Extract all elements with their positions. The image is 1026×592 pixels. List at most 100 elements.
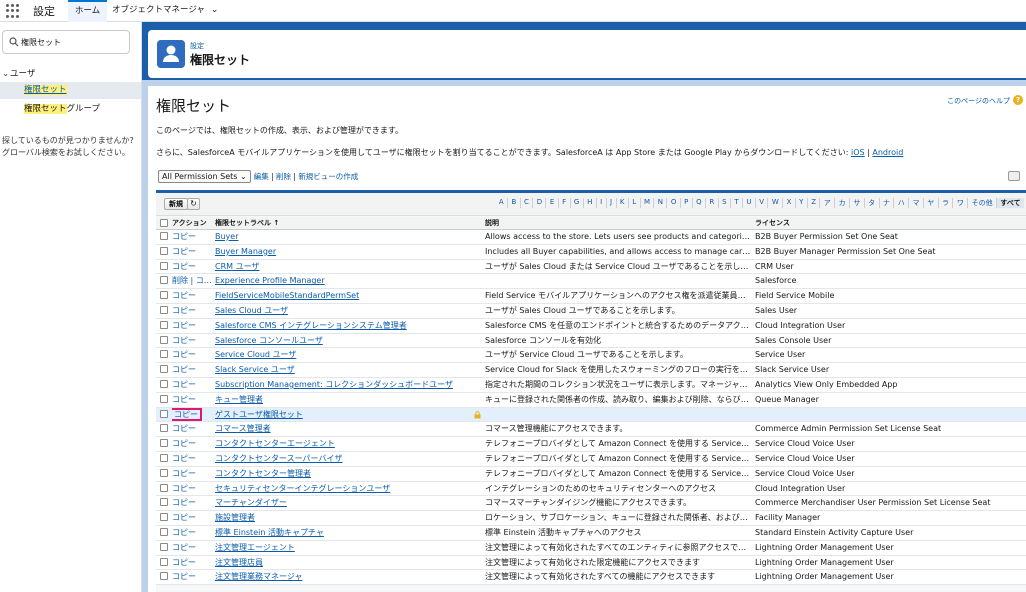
row-action-link[interactable]: コピー [172,230,212,244]
permission-set-label-link[interactable]: Slack Service ユーザ [215,363,480,377]
copy-link[interactable]: コピー [172,454,196,463]
tab-object-manager[interactable]: オブジェクトマネージャ ⌄ [112,0,218,22]
row-checkbox[interactable] [160,439,168,448]
refresh-icon[interactable]: ↻ [187,198,200,210]
alphabet-filter-item[interactable]: D [532,198,545,208]
permission-set-label-link[interactable]: Service Cloud ユーザ [215,348,480,362]
alphabet-filter-item[interactable]: O [666,198,679,208]
row-action-link[interactable]: コピー [172,245,212,259]
copy-link[interactable]: 削除 | コ… [172,276,212,285]
copy-link[interactable]: コピー [172,247,196,256]
copy-link[interactable]: コピー [172,380,196,389]
row-checkbox[interactable] [160,365,168,374]
column-header-license[interactable]: ライセンス [755,217,1020,229]
row-checkbox[interactable] [160,453,168,462]
help-link[interactable]: このページのヘルプ [947,96,1010,106]
row-checkbox[interactable] [160,542,168,551]
row-action-link[interactable]: コピー [172,378,212,392]
row-checkbox[interactable] [160,468,168,477]
edit-view-link[interactable]: 編集 [254,172,269,181]
copy-link[interactable]: コピー [172,291,196,300]
sidebar-item-permission-set-groups[interactable]: 権限セットグループ [24,102,100,114]
alphabet-filter-item[interactable]: M [639,198,654,208]
copy-link[interactable]: コピー [172,558,196,567]
copy-link[interactable]: コピー [172,395,196,404]
copy-link[interactable]: コピー [172,232,196,241]
permission-set-label-link[interactable]: キュー管理者 [215,393,480,407]
row-checkbox[interactable] [160,394,168,403]
alphabet-filter-item[interactable]: V [754,198,768,208]
row-action-link[interactable]: コピー [172,541,212,555]
quick-find[interactable] [2,30,130,54]
alphabet-filter-item[interactable]: ナ [878,198,894,208]
ios-link[interactable]: iOS [851,148,865,157]
row-action-link[interactable]: コピー [172,452,212,466]
quick-find-input[interactable] [21,35,125,49]
permission-set-label-link[interactable]: FieldServiceMobileStandardPermSet [215,289,480,303]
row-checkbox[interactable] [160,379,168,388]
row-action-link[interactable]: コピー [172,422,212,436]
row-action-link[interactable]: コピー [172,467,212,481]
copy-link[interactable]: コピー [172,365,196,374]
android-link[interactable]: Android [872,148,903,157]
column-header-description[interactable]: 説明 [485,217,751,229]
copy-link[interactable]: コピー [172,321,196,330]
alphabet-filter-item[interactable]: Y [794,198,807,208]
permission-set-label-link[interactable]: マーチャンダイザー [215,496,480,510]
row-checkbox[interactable] [160,572,168,581]
alphabet-filter-item[interactable]: ラ [937,198,953,208]
row-action-link[interactable]: コピー [172,437,212,451]
row-checkbox[interactable] [160,291,168,300]
row-action-link[interactable]: コピー [172,526,212,540]
copy-link[interactable]: コピー [172,498,196,507]
copy-link[interactable]: コピー [172,484,196,493]
tab-home[interactable]: ホーム [68,0,107,22]
row-action-link[interactable]: コピー [172,556,212,570]
app-launcher-icon[interactable] [6,4,20,18]
alphabet-filter-item[interactable]: S [717,198,730,208]
alphabet-filter-item[interactable]: N [653,198,666,208]
permission-set-label-link[interactable]: Buyer [215,230,480,244]
copy-link[interactable]: コピー [172,528,196,537]
alphabet-filter-item[interactable]: B [507,198,520,208]
permission-set-label-link[interactable]: Salesforce コンソールユーザ [215,334,480,348]
permission-set-label-link[interactable]: Experience Profile Manager [215,274,480,288]
copy-link[interactable]: コピー [172,350,196,359]
alphabet-filter-item[interactable]: E [545,198,557,208]
permission-set-label-link[interactable]: CRM ユーザ [215,260,480,274]
permission-set-label-link[interactable]: Sales Cloud ユーザ [215,304,480,318]
alphabet-filter-item[interactable]: P [679,198,692,208]
row-action-link[interactable]: コピー [172,407,212,422]
copy-link[interactable]: コピー [172,424,196,433]
printer-icon[interactable] [1008,171,1020,181]
alphabet-filter-item[interactable]: タ [863,198,879,208]
copy-link[interactable]: コピー [172,306,196,315]
row-checkbox[interactable] [160,350,168,359]
row-action-link[interactable]: コピー [172,289,212,303]
permission-set-label-link[interactable]: ゲストユーザ権限セット [215,408,480,422]
row-checkbox[interactable] [160,557,168,566]
alphabet-filter-item[interactable]: マ [908,198,923,208]
alphabet-filter-item[interactable]: R [705,198,718,208]
row-checkbox[interactable] [160,305,168,314]
alphabet-filter-item[interactable]: A [495,198,507,208]
row-action-link[interactable]: コピー [172,570,212,584]
alphabet-filter-item[interactable]: C [519,198,533,208]
row-checkbox[interactable] [160,498,168,507]
copy-link[interactable]: コピー [172,336,196,345]
row-checkbox[interactable] [160,513,168,522]
row-checkbox[interactable] [160,276,168,285]
row-action-link[interactable]: コピー [172,482,212,496]
alphabet-filter-item[interactable]: その他 [967,198,996,208]
alphabet-filter-item[interactable]: G [569,198,583,208]
alphabet-filter-item[interactable]: I [595,198,606,208]
row-action-link[interactable]: コピー [172,260,212,274]
help-icon[interactable]: ? [1013,95,1023,105]
row-checkbox[interactable] [160,335,168,344]
column-header-label[interactable]: 権限セットラベル ↑ [215,217,480,229]
copy-link[interactable]: コピー [172,513,196,522]
row-action-link[interactable]: コピー [172,304,212,318]
sidebar-item-permission-sets[interactable]: 権限セット [0,82,141,99]
row-checkbox[interactable] [160,527,168,536]
permission-set-label-link[interactable]: コンタクトセンターエージェント [215,437,480,451]
